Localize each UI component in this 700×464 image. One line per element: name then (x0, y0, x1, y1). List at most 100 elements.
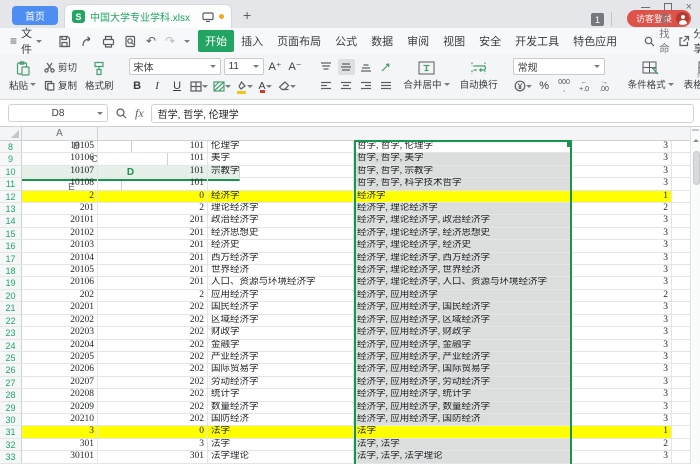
cell-D13[interactable]: 经济学, 理论经济学 (354, 203, 572, 216)
cell-A23[interactable]: 20203 (22, 327, 98, 340)
align-right-button[interactable] (358, 78, 375, 94)
cell-E27[interactable]: 3 (572, 376, 672, 390)
cell-A14[interactable]: 20101 (22, 215, 98, 228)
cell-E19[interactable]: 3 (572, 277, 672, 290)
font-color-button[interactable]: A (257, 78, 274, 94)
cell-E12[interactable]: 1 (572, 190, 672, 204)
cell-D8[interactable]: 哲学, 哲学, 伦理学 (354, 141, 572, 154)
file-menu-button[interactable]: ≡ 文件 (6, 25, 46, 57)
share-button[interactable]: 分享 (678, 26, 700, 56)
cell-B32[interactable]: 3 (98, 438, 208, 452)
cell-E31[interactable]: 1 (572, 426, 672, 439)
cell-D24[interactable]: 经济学, 应用经济学, 金融学 (354, 339, 572, 352)
cell-E9[interactable]: 3 (572, 153, 672, 166)
ribbon-tab-安全[interactable]: 安全 (472, 30, 508, 52)
home-tab[interactable]: 首页 (12, 6, 58, 25)
name-box[interactable]: D8 (8, 104, 108, 122)
cell-C21[interactable]: 国民经济学 (208, 302, 354, 315)
row-header-26[interactable]: 26 (0, 364, 22, 377)
copy-button[interactable]: 复制 (44, 78, 77, 92)
ribbon-tab-特色应用[interactable]: 特色应用 (566, 30, 624, 52)
row-header-16[interactable]: 16 (0, 240, 22, 253)
align-bottom-button[interactable] (358, 59, 375, 75)
cell-E16[interactable]: 3 (572, 240, 672, 253)
cell-D22[interactable]: 经济学, 应用经济学, 区域经济学 (354, 314, 572, 328)
cell-B8[interactable]: 101 (98, 141, 208, 154)
cell-C24[interactable]: 金融学 (208, 339, 354, 352)
cell-E32[interactable]: 2 (572, 438, 672, 452)
print-preview-icon[interactable] (124, 35, 137, 48)
cell-C27[interactable]: 劳动经济学 (208, 376, 354, 390)
cell-E23[interactable]: 3 (572, 327, 672, 340)
formula-input[interactable]: 哲学, 哲学, 伦理学 (150, 103, 694, 123)
cell-D12[interactable]: 经济学 (354, 190, 572, 204)
conditional-format-button[interactable]: 条件格式 (623, 57, 679, 95)
cell-D29[interactable]: 经济学, 应用经济学, 数量经济学 (354, 401, 572, 414)
row-header-8[interactable]: 8 (0, 141, 22, 154)
underline-button[interactable]: U (169, 78, 186, 94)
cell-B28[interactable]: 202 (98, 389, 208, 402)
cell-D25[interactable]: 经济学, 应用经济学, 产业经济学 (354, 351, 572, 365)
currency-button[interactable] (513, 78, 533, 94)
ribbon-tab-页面布局[interactable]: 页面布局 (270, 30, 328, 52)
align-top-button[interactable] (318, 59, 335, 75)
decrease-decimal-button[interactable]: → .00 (596, 78, 613, 94)
cell-C9[interactable]: 美学 (208, 153, 354, 166)
row-header-19[interactable]: 19 (0, 277, 22, 290)
cell-C13[interactable]: 理论经济学 (208, 203, 354, 216)
cell-B14[interactable]: 201 (98, 215, 208, 228)
cell-C8[interactable]: 伦理学 (208, 141, 354, 154)
cell-D20[interactable]: 经济学, 应用经济学 (354, 289, 572, 303)
export-pdf-icon[interactable] (80, 35, 93, 48)
cell-E28[interactable]: 3 (572, 389, 672, 402)
cell-B22[interactable]: 202 (98, 314, 208, 328)
cell-E13[interactable]: 2 (572, 203, 672, 216)
row-header-14[interactable]: 14 (0, 215, 22, 228)
font-size-select[interactable]: 11 (223, 58, 264, 75)
number-format-select[interactable]: 常规 (512, 58, 605, 75)
cell-E10[interactable]: 3 (572, 165, 672, 179)
cell-B33[interactable]: 301 (98, 451, 208, 464)
cell-E30[interactable]: 3 (572, 413, 672, 427)
cell-A17[interactable]: 20104 (22, 252, 98, 266)
comma-style-button[interactable]: 000, (556, 78, 573, 94)
cell-D17[interactable]: 经济学, 理论经济学, 西方经济学 (354, 252, 572, 266)
ribbon-tab-审阅[interactable]: 审阅 (400, 30, 436, 52)
redo-icon[interactable]: ↷ (165, 35, 175, 47)
align-justify-button[interactable] (378, 78, 395, 94)
cell-E21[interactable]: 3 (572, 302, 672, 315)
ribbon-tab-开发工具[interactable]: 开发工具 (508, 30, 566, 52)
cell-B20[interactable]: 2 (98, 289, 208, 303)
cell-B13[interactable]: 2 (98, 203, 208, 216)
cell-D16[interactable]: 经济学, 理论经济学, 经济史 (354, 240, 572, 253)
cell-C20[interactable]: 应用经济学 (208, 289, 354, 303)
cell-A26[interactable]: 20206 (22, 364, 98, 377)
split-handle-icon[interactable] (692, 129, 699, 131)
cell-C14[interactable]: 政治经济学 (208, 215, 354, 228)
cut-button[interactable]: 剪切 (44, 60, 77, 74)
format-painter-button[interactable]: 格式刷 (80, 57, 119, 95)
borders-button[interactable] (189, 78, 209, 94)
smart-lookup-icon[interactable] (115, 107, 128, 120)
ribbon-tab-开始[interactable]: 开始 (198, 30, 235, 52)
cell-A24[interactable]: 20204 (22, 339, 98, 352)
cell-D30[interactable]: 经济学, 应用经济学, 国防经济 (354, 413, 572, 427)
cell-A32[interactable]: 301 (22, 438, 98, 452)
cell-A22[interactable]: 20202 (22, 314, 98, 328)
cell-C15[interactable]: 经济思想史 (208, 227, 354, 241)
select-all-corner[interactable] (0, 127, 22, 140)
cell-E15[interactable]: 3 (572, 227, 672, 241)
row-header-25[interactable]: 25 (0, 351, 22, 365)
cell-D15[interactable]: 经济学, 理论经济学, 经济思想史 (354, 227, 572, 241)
row-header-30[interactable]: 30 (0, 413, 22, 427)
window-count-badge[interactable]: 1 (591, 13, 604, 26)
fill-color-button[interactable] (235, 78, 254, 94)
cell-B12[interactable]: 0 (98, 190, 208, 204)
cell-B10[interactable]: 101 (98, 165, 208, 179)
cell-E18[interactable]: 3 (572, 265, 672, 278)
cell-C25[interactable]: 产业经济学 (208, 351, 354, 365)
cell-B9[interactable]: 101 (98, 153, 208, 166)
cell-C32[interactable]: 法学 (208, 438, 354, 452)
cell-E11[interactable]: 3 (572, 178, 672, 191)
decrease-font-button[interactable]: A⁻ (287, 59, 304, 75)
